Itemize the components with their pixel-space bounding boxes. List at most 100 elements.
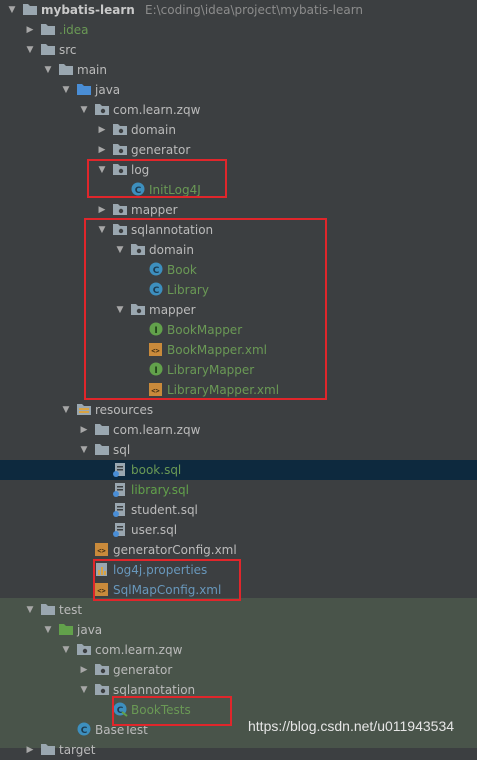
chevron-down-icon[interactable]: ▼ <box>24 40 36 60</box>
tree-item-label: student.sql <box>131 503 198 517</box>
tree-item-label: library.sql <box>131 483 189 497</box>
chevron-down-icon[interactable]: ▼ <box>114 300 126 320</box>
tree-item-generator[interactable]: ▶ generator <box>0 660 477 680</box>
tree-item-label: LibraryMapper.xml <box>167 383 280 397</box>
tree-item-librarymapper-xml[interactable]: <> LibraryMapper.xml <box>0 380 477 400</box>
tree-item-sqlannotation[interactable]: ▼ sqlannotation <box>0 220 477 240</box>
tree-item-sqlmapconfig-xml[interactable]: <> SqlMapConfig.xml <box>0 580 477 600</box>
tree-item-label: log <box>131 163 150 177</box>
tree-item-label: book.sql <box>131 463 182 477</box>
folder-icon <box>40 600 56 620</box>
tree-item-label: Book <box>167 263 197 277</box>
sql-file-icon <box>112 460 128 480</box>
chevron-right-icon[interactable]: ▶ <box>24 740 36 760</box>
tree-item-java[interactable]: ▼ java <box>0 620 477 640</box>
chevron-right-icon[interactable]: ▶ <box>96 120 108 140</box>
tree-item-resources[interactable]: ▼ resources <box>0 400 477 420</box>
tree-item-mapper[interactable]: ▶ mapper <box>0 200 477 220</box>
tree-item-mybatis-learn[interactable]: ▼ mybatis-learn E:\coding\idea\project\myb… <box>0 0 477 20</box>
tree-item-label: BookMapper <box>167 323 243 337</box>
class-icon: C <box>76 720 92 740</box>
tree-item-student-sql[interactable]: student.sql <box>0 500 477 520</box>
tree-item-bookmapper[interactable]: I BookMapper <box>0 320 477 340</box>
svg-text:<>: <> <box>97 587 105 595</box>
tree-item-label: src <box>59 43 77 57</box>
tree-item-log4j-properties[interactable]: log4j.properties <box>0 560 477 580</box>
tree-item-library-sql[interactable]: library.sql <box>0 480 477 500</box>
tree-item-label: .idea <box>59 23 89 37</box>
tree-item-label: com.learn.zqw <box>113 103 201 117</box>
chevron-right-icon[interactable]: ▶ <box>96 200 108 220</box>
svg-text:C: C <box>153 266 160 276</box>
chevron-down-icon[interactable]: ▼ <box>78 100 90 120</box>
tree-item-test[interactable]: ▼ test <box>0 600 477 620</box>
tree-item-com-learn-zqw[interactable]: ▶ com.learn.zqw <box>0 420 477 440</box>
tree-item-sqlannotation[interactable]: ▼ sqlannotation <box>0 680 477 700</box>
chevron-down-icon[interactable]: ▼ <box>114 240 126 260</box>
chevron-down-icon[interactable]: ▼ <box>6 0 18 20</box>
tree-item-label: resources <box>95 403 154 417</box>
tree-item-initlog4j[interactable]: C InitLog4J <box>0 180 477 200</box>
tree-item-label: InitLog4J <box>149 183 201 197</box>
chevron-down-icon[interactable]: ▼ <box>42 620 54 640</box>
chevron-down-icon[interactable]: ▼ <box>96 220 108 240</box>
svg-text:C: C <box>117 706 124 716</box>
tree-item-target[interactable]: ▶ target <box>0 740 477 760</box>
chevron-down-icon[interactable]: ▼ <box>78 680 90 700</box>
tree-item-label: log4j.properties <box>113 563 208 577</box>
class-icon: C <box>148 280 164 300</box>
folder-icon <box>94 440 110 460</box>
tree-item-user-sql[interactable]: user.sql <box>0 520 477 540</box>
chevron-right-icon[interactable]: ▶ <box>78 420 90 440</box>
tree-item-label: SqlMapConfig.xml <box>113 583 222 597</box>
tree-item-book[interactable]: C Book <box>0 260 477 280</box>
tree-item-java[interactable]: ▼ java <box>0 80 477 100</box>
tree-item-label: domain <box>131 123 176 137</box>
source-folder-icon <box>76 80 92 100</box>
chevron-down-icon[interactable]: ▼ <box>96 160 108 180</box>
xml-icon: <> <box>148 380 164 400</box>
watermark: https://blog.csdn.net/u011943534 <box>248 718 455 734</box>
tree-item-library[interactable]: C Library <box>0 280 477 300</box>
package-icon <box>130 300 146 320</box>
chevron-down-icon[interactable]: ▼ <box>78 440 90 460</box>
tree-item-main[interactable]: ▼ main <box>0 60 477 80</box>
tree-item-label: java <box>95 83 121 97</box>
chevron-right-icon[interactable]: ▶ <box>24 20 36 40</box>
tree-item-bookmapper-xml[interactable]: <> BookMapper.xml <box>0 340 477 360</box>
chevron-down-icon[interactable]: ▼ <box>60 400 72 420</box>
tree-item-label: user.sql <box>131 523 178 537</box>
chevron-right-icon[interactable]: ▶ <box>78 660 90 680</box>
tree-item-label: BookTests <box>131 703 191 717</box>
tree-item-sql[interactable]: ▼ sql <box>0 440 477 460</box>
folder-icon <box>94 420 110 440</box>
package-icon <box>112 140 128 160</box>
tree-item-generator[interactable]: ▶ generator <box>0 140 477 160</box>
chevron-right-icon[interactable]: ▶ <box>96 140 108 160</box>
folder-icon <box>58 60 74 80</box>
tree-item--idea[interactable]: ▶ .idea <box>0 20 477 40</box>
tree-item-librarymapper[interactable]: I LibraryMapper <box>0 360 477 380</box>
tree-item-domain[interactable]: ▶ domain <box>0 120 477 140</box>
chevron-down-icon[interactable]: ▼ <box>60 640 72 660</box>
tree-item-label: BookMapper.xml <box>167 343 267 357</box>
sql-file-icon <box>112 500 128 520</box>
tree-item-label: BaseTest <box>95 723 148 737</box>
package-icon <box>130 240 146 260</box>
tree-item-book-sql[interactable]: book.sql <box>0 460 477 480</box>
chevron-down-icon[interactable]: ▼ <box>24 600 36 620</box>
tree-item-domain[interactable]: ▼ domain <box>0 240 477 260</box>
tree-item-mapper[interactable]: ▼ mapper <box>0 300 477 320</box>
tree-item-log[interactable]: ▼ log <box>0 160 477 180</box>
tree-item-label: sqlannotation <box>113 683 196 697</box>
svg-text:<>: <> <box>151 387 159 395</box>
interface-icon: I <box>148 320 164 340</box>
tree-item-com-learn-zqw[interactable]: ▼ com.learn.zqw <box>0 100 477 120</box>
svg-text:C: C <box>135 186 142 196</box>
tree-item-booktests[interactable]: C BookTests <box>0 700 477 720</box>
chevron-down-icon[interactable]: ▼ <box>42 60 54 80</box>
tree-item-com-learn-zqw[interactable]: ▼ com.learn.zqw <box>0 640 477 660</box>
tree-item-generatorconfig-xml[interactable]: <> generatorConfig.xml <box>0 540 477 560</box>
tree-item-src[interactable]: ▼ src <box>0 40 477 60</box>
chevron-down-icon[interactable]: ▼ <box>60 80 72 100</box>
